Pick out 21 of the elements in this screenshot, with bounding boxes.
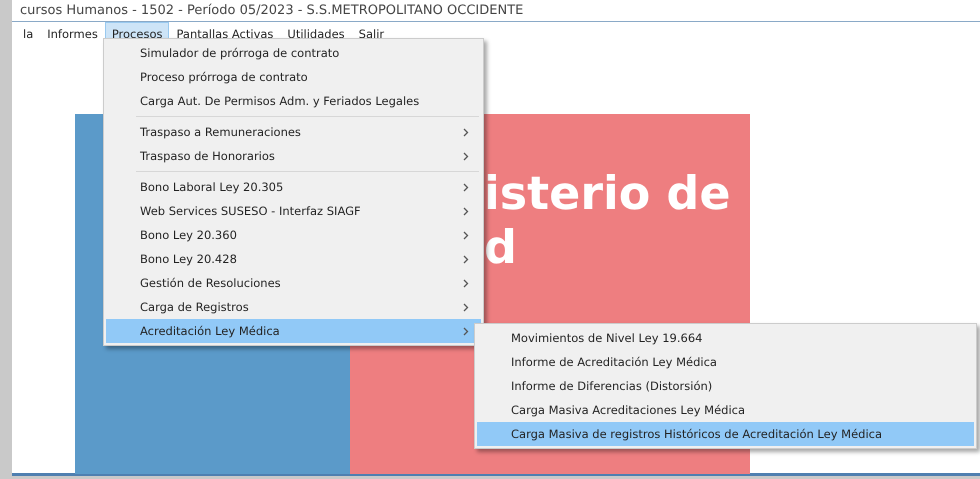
- menu-item[interactable]: Informe de Diferencias (Distorsión): [477, 374, 974, 398]
- menu-item[interactable]: Acreditación Ley Médica: [106, 319, 481, 343]
- menu-item[interactable]: Carga Masiva de registros Históricos de Acreditación Ley Médica: [477, 422, 974, 446]
- menu-item[interactable]: Traspaso a Remuneraciones: [106, 120, 481, 144]
- banner-text: d: [484, 220, 518, 274]
- menu-item[interactable]: Gestión de Resoluciones: [106, 271, 481, 295]
- menu-item[interactable]: Simulador de prórroga de contrato: [106, 41, 481, 65]
- menu-item[interactable]: Bono Ley 20.428: [106, 247, 481, 271]
- menu-item[interactable]: Informe de Acreditación Ley Médica: [477, 350, 974, 374]
- window-title: cursos Humanos - 1502 - Período 05/2023 - S.S.METROPOLITANO OCCIDENTE: [12, 0, 980, 22]
- menu-item[interactable]: Informes: [40, 22, 105, 44]
- menu-item[interactable]: la: [16, 22, 40, 44]
- menu-item[interactable]: Carga Aut. De Permisos Adm. y Feriados Legales: [106, 89, 481, 113]
- menu-item[interactable]: Proceso prórroga de contrato: [106, 65, 481, 89]
- menu-item[interactable]: Web Services SUSESO - Interfaz SIAGF: [106, 199, 481, 223]
- menu-item[interactable]: Traspaso de Honorarios: [106, 144, 481, 168]
- banner-text: isterio de: [484, 166, 732, 220]
- menu-item[interactable]: Bono Ley 20.360: [106, 223, 481, 247]
- menu-item[interactable]: Bono Laboral Ley 20.305: [106, 175, 481, 199]
- menu-item[interactable]: Carga Masiva Acreditaciones Ley Médica: [477, 398, 974, 422]
- menu-item[interactable]: Carga de Registros: [106, 295, 481, 319]
